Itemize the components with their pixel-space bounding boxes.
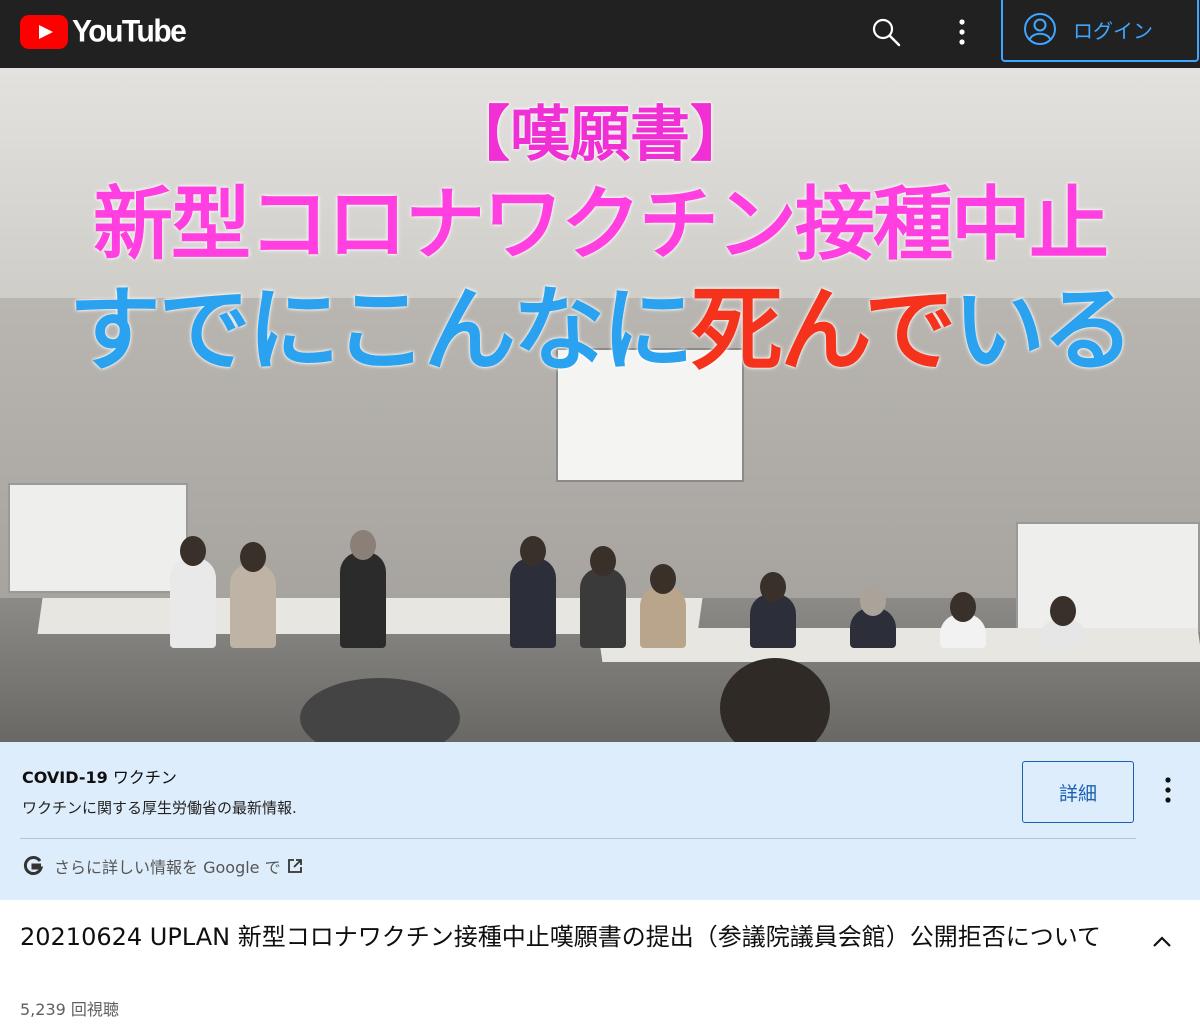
chevron-up-icon: [1153, 936, 1171, 947]
more-vert-icon: [959, 19, 965, 45]
more-vert-icon: [1165, 777, 1171, 803]
view-count: 5,239 回視聴: [20, 1000, 119, 1019]
divider: [20, 838, 1136, 839]
login-button[interactable]: ログイン: [1001, 0, 1199, 62]
youtube-play-icon: [20, 15, 68, 49]
thumbnail-text-blue: すでにこんなに: [68, 277, 694, 384]
search-icon: [872, 18, 901, 47]
thumbnail-text-blue: いる: [953, 277, 1134, 384]
google-search-text: さらに詳しい情報を Google で: [54, 858, 281, 877]
video-title: 20210624 UPLAN 新型コロナワクチン接種中止嘆願書の提出（参議院議員…: [20, 923, 1102, 951]
search-button[interactable]: [862, 10, 910, 54]
expand-description-button[interactable]: [1146, 926, 1178, 956]
google-g-icon: [23, 856, 44, 875]
account-circle-icon: [1024, 13, 1056, 45]
info-panel-title: COVID-19 ワクチン: [22, 768, 177, 787]
video-player[interactable]: 【嘆願書】 新型コロナワクチン接種中止 すでにこんなに死んでいる: [0, 68, 1200, 742]
login-label: ログイン: [1073, 18, 1153, 43]
external-link-icon: [287, 859, 302, 873]
seated-people: [160, 508, 1120, 648]
more-options-button[interactable]: [938, 10, 986, 54]
youtube-logo[interactable]: YouTube: [20, 12, 187, 52]
details-button[interactable]: 詳細: [1022, 761, 1134, 823]
logo-text: YouTube: [72, 14, 187, 49]
thumbnail-text-red: 死んで: [690, 277, 956, 384]
google-search-link[interactable]: さらに詳しい情報を Google で: [22, 854, 303, 878]
info-panel-more-button[interactable]: [1152, 770, 1184, 810]
thumbnail-title-line-3: すでにこんなに死んでいる: [0, 256, 1200, 389]
info-panel-subtitle: ワクチンに関する厚生労働省の最新情報.: [22, 799, 297, 817]
covid-info-panel: COVID-19 ワクチン ワクチンに関する厚生労働省の最新情報. 詳細 さらに…: [0, 742, 1200, 900]
top-app-bar: YouTube ログイン: [0, 0, 1200, 68]
